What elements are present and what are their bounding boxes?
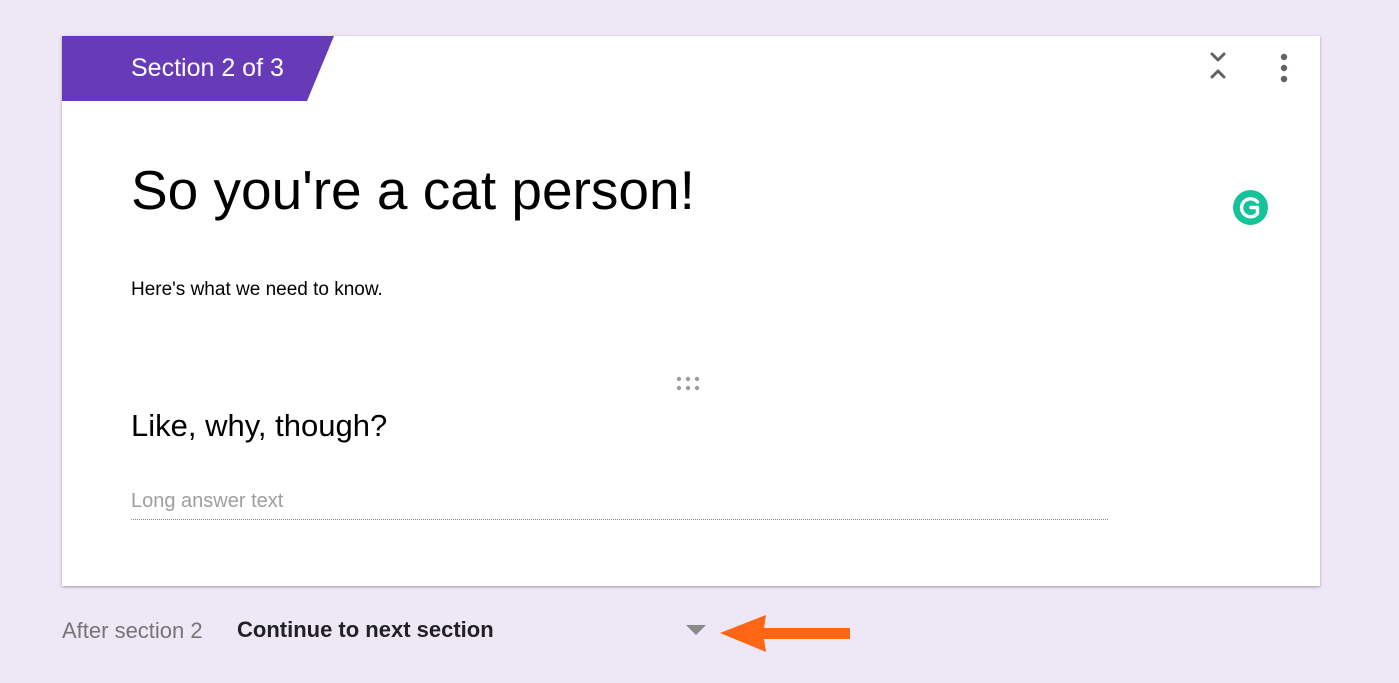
section-title[interactable]: So you're a cat person! [131, 156, 695, 224]
collapse-expand-icon [1210, 52, 1226, 79]
orange-arrow-annotation-icon [720, 615, 850, 652]
drag-handle-icon[interactable] [674, 374, 706, 394]
section-tab-label: Section 2 of 3 [131, 54, 284, 82]
long-answer-field[interactable]: Long answer text [131, 487, 1108, 520]
question-title[interactable]: Like, why, though? [131, 406, 387, 446]
more-vert-icon [1280, 53, 1288, 83]
more-options-button[interactable] [1270, 50, 1298, 84]
section-navigation-value: Continue to next section [237, 617, 494, 642]
dropdown-arrow-icon [686, 625, 706, 635]
section-description[interactable]: Here's what we need to know. [131, 278, 383, 302]
collapse-section-button[interactable] [1203, 50, 1233, 84]
section-navigation-select[interactable]: Continue to next section [229, 610, 720, 650]
after-section-label: After section 2 [62, 618, 203, 643]
section-card: Section 2 of 3 So you're a cat person! H… [62, 36, 1320, 586]
grammarly-icon[interactable] [1233, 190, 1268, 225]
